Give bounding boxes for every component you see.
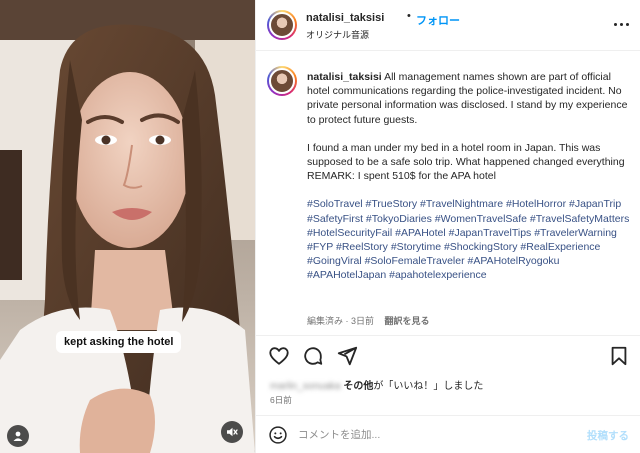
comment-input[interactable]: [298, 427, 568, 443]
caption-remark: REMARK: I spent 510$ for the APA hotel: [307, 170, 496, 183]
heart-icon[interactable]: [268, 345, 290, 367]
comments-area[interactable]: natalisi_taksisi All management names sh…: [256, 52, 640, 333]
follow-button[interactable]: フォロー: [416, 12, 460, 28]
author-avatar[interactable]: [267, 10, 297, 40]
see-translation-button[interactable]: 翻訳を見る: [385, 316, 430, 326]
liker-name[interactable]: marlin_sonuaka: [270, 381, 341, 392]
reel-video[interactable]: kept asking the hotel: [0, 0, 255, 453]
bookmark-icon[interactable]: [608, 345, 630, 367]
likes-summary: marlin_sonuaka その他が「いいね！」しました: [270, 377, 483, 392]
caption-paragraph-2: I found a man under my bed in a hotel ro…: [307, 141, 625, 169]
post-comment-button[interactable]: 投稿する: [587, 428, 629, 443]
instagram-post-view: kept asking the hotel natalisi_taksisi •…: [0, 0, 640, 453]
caption-author-avatar[interactable]: [267, 66, 297, 96]
header-separator: •: [407, 10, 411, 22]
post-caption: natalisi_taksisi All management names sh…: [307, 70, 635, 283]
caption-meta: 編集済み · 3日前 翻訳を見る: [307, 314, 430, 327]
audio-label[interactable]: オリジナル音源: [306, 28, 369, 41]
likes-suffix: が「いいね！」しました: [373, 381, 484, 392]
user-icon: [13, 431, 23, 441]
author-username[interactable]: natalisi_taksisi: [306, 12, 384, 24]
add-comment-bar: 投稿する: [256, 415, 640, 453]
speaker-muted-icon: [227, 427, 238, 437]
post-header: natalisi_taksisi • フォロー オリジナル音源: [256, 0, 640, 51]
post-panel: natalisi_taksisi • フォロー オリジナル音源 natalisi…: [255, 0, 640, 453]
video-frame: [0, 0, 255, 453]
edited-timestamp: 編集済み · 3日前: [307, 316, 375, 326]
send-icon[interactable]: [336, 345, 358, 367]
more-options-icon[interactable]: [611, 17, 631, 31]
caption-hashtags[interactable]: #SoloTravel #TrueStory #TravelNightmare …: [307, 197, 635, 282]
action-bar: [256, 335, 640, 375]
mute-toggle-button[interactable]: [221, 421, 243, 443]
video-caption-overlay: kept asking the hotel: [56, 331, 182, 353]
post-timestamp[interactable]: 6日前: [270, 394, 292, 406]
caption-username[interactable]: natalisi_taksisi: [307, 71, 382, 83]
emoji-icon[interactable]: [268, 425, 288, 445]
tagged-user-button[interactable]: [7, 425, 29, 447]
likes-others-link[interactable]: その他: [343, 381, 373, 392]
comment-icon[interactable]: [302, 345, 324, 367]
